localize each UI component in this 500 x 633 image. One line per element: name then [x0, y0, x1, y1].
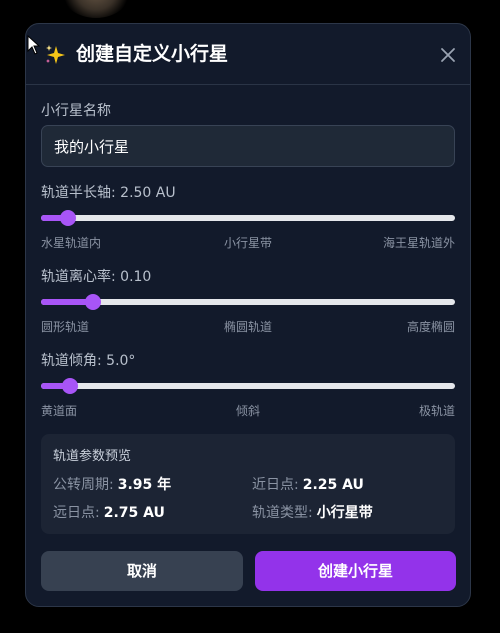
asteroid-name-input[interactable]	[41, 125, 455, 167]
eccentricity-label: 轨道离心率: 0.10	[41, 269, 152, 285]
semi-major-axis-max-label: 海王星轨道外	[382, 236, 455, 250]
slider-thumb[interactable]	[62, 378, 78, 394]
period-value: 3.95 年	[117, 477, 172, 493]
sparkles-icon	[46, 45, 65, 64]
perihelion-stat: 近日点: 2.25 AU	[252, 476, 364, 494]
orbit-type-stat: 轨道类型: 小行星带	[252, 504, 373, 522]
cancel-button[interactable]: 取消	[41, 551, 243, 591]
orbit-type-label: 轨道类型:	[252, 505, 313, 521]
aphelion-value: 2.75 AU	[103, 505, 165, 521]
slider-thumb[interactable]	[60, 210, 76, 226]
inclination-slider[interactable]	[41, 376, 455, 396]
period-stat: 公转周期: 3.95 年	[53, 476, 171, 494]
create-asteroid-button[interactable]: 创建小行星	[255, 551, 456, 591]
dialog-header: 创建自定义小行星	[26, 24, 470, 85]
aphelion-label: 远日点:	[53, 505, 100, 521]
orbit-preview-panel: 轨道参数预览 公转周期: 3.95 年 近日点: 2.25 AU 远日点: 2.75 …	[41, 434, 455, 534]
slider-track	[41, 383, 455, 389]
inclination-label: 轨道倾角: 5.0°	[41, 353, 136, 369]
perihelion-label: 近日点:	[252, 477, 299, 493]
preview-title: 轨道参数预览	[53, 449, 132, 464]
aphelion-stat: 远日点: 2.75 AU	[53, 504, 165, 522]
eccentricity-mid-label: 椭圆轨道	[223, 320, 273, 334]
inclination-max-label: 极轨道	[418, 404, 455, 418]
eccentricity-slider[interactable]	[41, 292, 455, 312]
perihelion-value: 2.25 AU	[302, 477, 364, 493]
semi-major-axis-slider[interactable]	[41, 208, 455, 228]
inclination-mid-label: 倾斜	[235, 404, 261, 418]
eccentricity-max-label: 高度椭圆	[406, 320, 455, 334]
dialog-title: 创建自定义小行星	[76, 43, 229, 65]
slider-thumb[interactable]	[85, 294, 101, 310]
slider-track	[41, 299, 455, 305]
slider-track	[41, 215, 455, 221]
name-field-label: 小行星名称	[41, 103, 111, 119]
eccentricity-min-label: 圆形轨道	[41, 320, 90, 334]
semi-major-axis-mid-label: 小行星带	[223, 236, 273, 250]
mouse-cursor-icon	[27, 35, 41, 55]
inclination-min-label: 黄道面	[41, 404, 78, 418]
semi-major-axis-min-label: 水星轨道内	[41, 236, 102, 250]
orbit-type-value: 小行星带	[316, 505, 373, 521]
period-label: 公转周期:	[53, 477, 114, 493]
create-asteroid-dialog: 创建自定义小行星 小行星名称 轨道半长轴: 2.50 AU 水星轨道内 小行星带…	[25, 23, 471, 607]
semi-major-axis-label: 轨道半长轴: 2.50 AU	[41, 185, 176, 201]
background-planet	[60, 0, 132, 18]
close-icon[interactable]	[438, 45, 458, 65]
